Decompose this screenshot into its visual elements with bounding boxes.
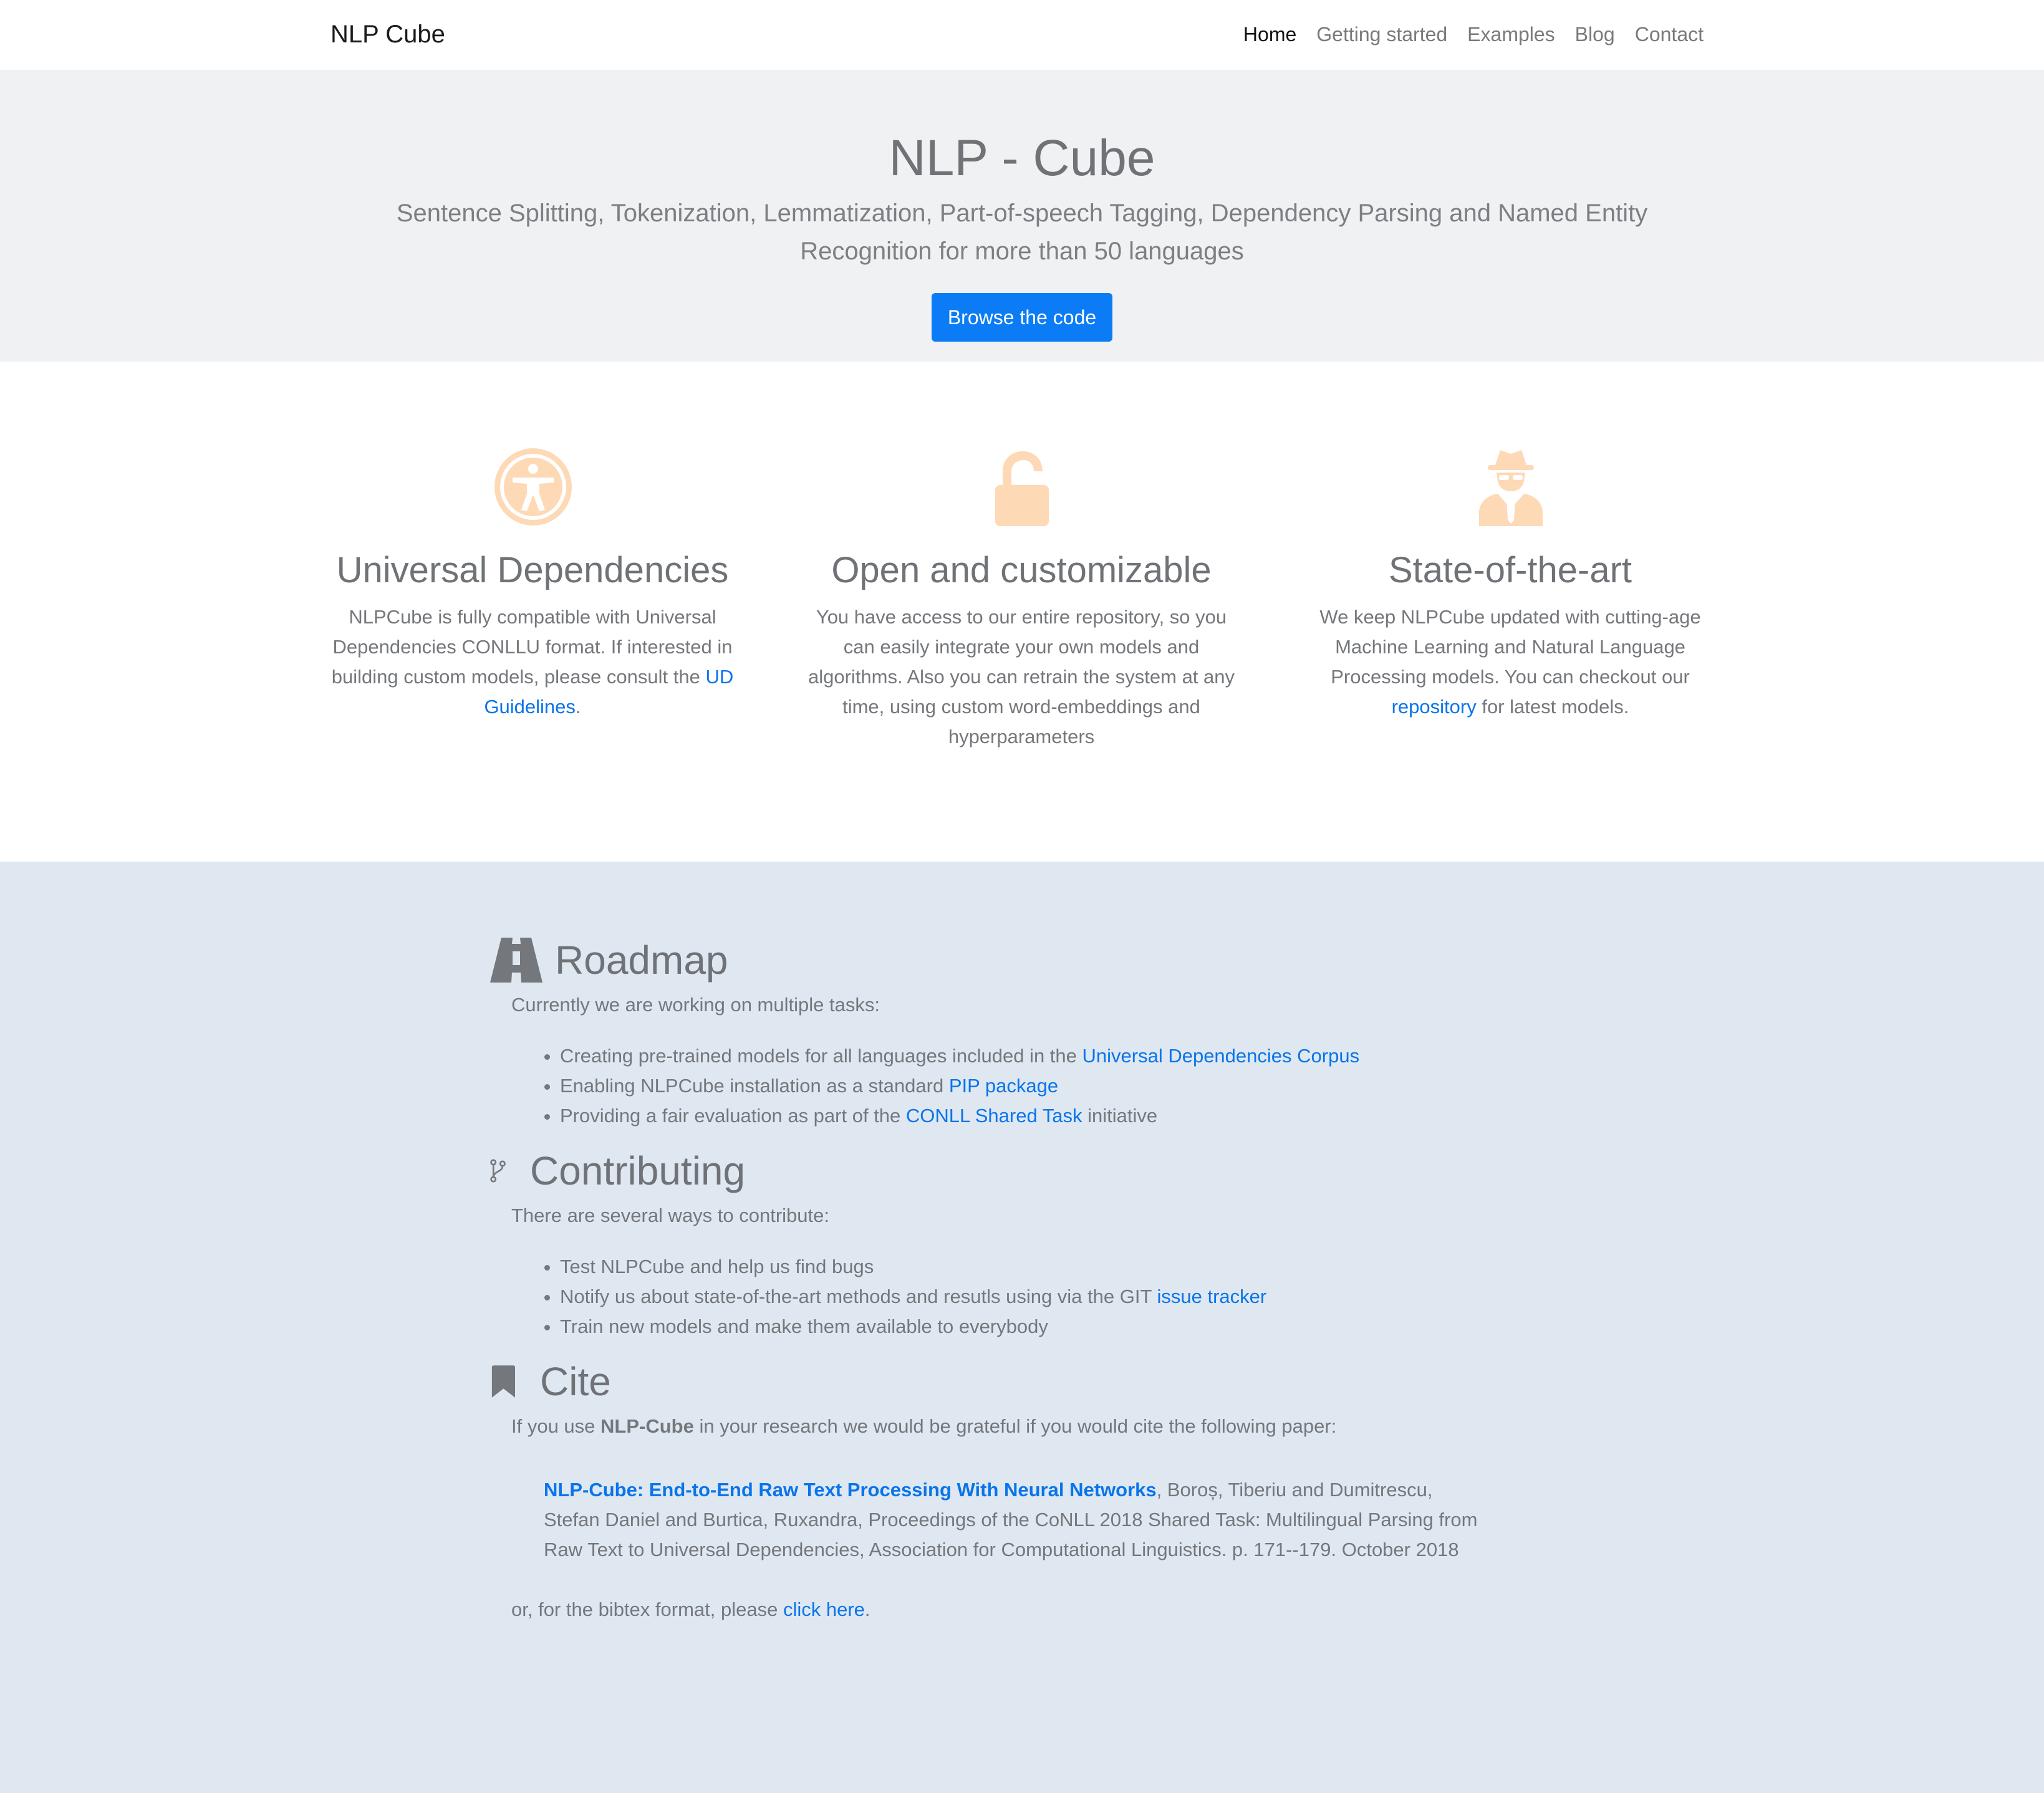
list-item: Creating pre-trained models for all lang…	[560, 1041, 1500, 1071]
paper-title-link[interactable]: NLP-Cube: End-to-End Raw Text Processing…	[544, 1479, 1157, 1501]
list-item: Train new models and make them available…	[560, 1312, 1500, 1342]
main-content: Roadmap Currently we are working on mult…	[490, 935, 1500, 1625]
citation-block: NLP-Cube: End-to-End Raw Text Processing…	[544, 1479, 1478, 1560]
list-item: Enabling NLPCube installation as a stand…	[560, 1071, 1500, 1101]
cite-title: Cite	[540, 1359, 611, 1404]
feature-text: NLPCube is fully compatible with Univers…	[331, 606, 734, 718]
contributing-heading: Contributing	[490, 1146, 1500, 1196]
unlock-icon	[995, 451, 1049, 526]
universal-access-icon	[494, 448, 572, 526]
hero-jumbotron: NLP - Cube Sentence Splitting, Tokenizat…	[0, 70, 2044, 362]
cite-intro: If you use NLP-Cube in your research we …	[511, 1415, 1337, 1437]
repository-link[interactable]: repository	[1392, 696, 1477, 718]
nav-item-home[interactable]: Home	[1243, 19, 1296, 50]
roadmap-heading: Roadmap	[490, 935, 1500, 985]
hero-title: NLP - Cube	[889, 130, 1155, 186]
pip-package-link[interactable]: PIP package	[949, 1075, 1058, 1097]
bibtex-link[interactable]: click here	[783, 1598, 865, 1620]
user-secret-icon	[1479, 450, 1543, 526]
contributing-title: Contributing	[530, 1148, 746, 1193]
list-item: Notify us about state-of-the-art methods…	[560, 1282, 1500, 1312]
conll-shared-task-link[interactable]: CONLL Shared Task	[906, 1105, 1082, 1127]
list-item: Providing a fair evaluation as part of t…	[560, 1101, 1500, 1131]
nav-item-getting-started[interactable]: Getting started	[1316, 19, 1447, 50]
nav-item-examples[interactable]: Examples	[1467, 19, 1555, 50]
bibtex-line: or, for the bibtex format, please click …	[511, 1598, 870, 1620]
contributing-list: Test NLPCube and help us find bugs Notif…	[560, 1252, 1500, 1342]
code-branch-icon	[490, 1159, 506, 1183]
feature-text: We keep NLPCube updated with cutting-age…	[1319, 606, 1701, 718]
navbar: NLP Cube Home Getting started Examples B…	[0, 0, 2044, 70]
roadmap-title: Roadmap	[555, 938, 728, 983]
contributing-intro: There are several ways to contribute:	[511, 1204, 830, 1226]
feature-text: You have access to our entire repository…	[807, 606, 1235, 747]
browse-code-button[interactable]: Browse the code	[932, 293, 1112, 342]
feature-title: Open and customizable	[831, 550, 1212, 590]
roadmap-list: Creating pre-trained models for all lang…	[560, 1041, 1500, 1131]
feature-title: State-of-the-art	[1388, 550, 1632, 590]
feature-title: Universal Dependencies	[336, 550, 729, 590]
list-item: Test NLPCube and help us find bugs	[560, 1252, 1500, 1282]
issue-tracker-link[interactable]: issue tracker	[1157, 1286, 1266, 1307]
bookmark-icon	[491, 1365, 515, 1398]
ud-corpus-link[interactable]: Universal Dependencies Corpus	[1082, 1045, 1360, 1067]
roadmap-intro: Currently we are working on multiple tas…	[511, 994, 880, 1016]
brand-logo[interactable]: NLP Cube	[330, 19, 445, 50]
nav-menu: Home Getting started Examples Blog Conta…	[1243, 19, 1704, 50]
hero-subtitle: Sentence Splitting, Tokenization, Lemmat…	[396, 199, 1648, 265]
nav-item-contact[interactable]: Contact	[1635, 19, 1704, 50]
nav-item-blog[interactable]: Blog	[1575, 19, 1615, 50]
road-icon	[490, 938, 542, 983]
features-section: Universal Dependencies NLPCube is fully …	[0, 362, 2044, 862]
cite-heading: Cite	[490, 1357, 1500, 1406]
